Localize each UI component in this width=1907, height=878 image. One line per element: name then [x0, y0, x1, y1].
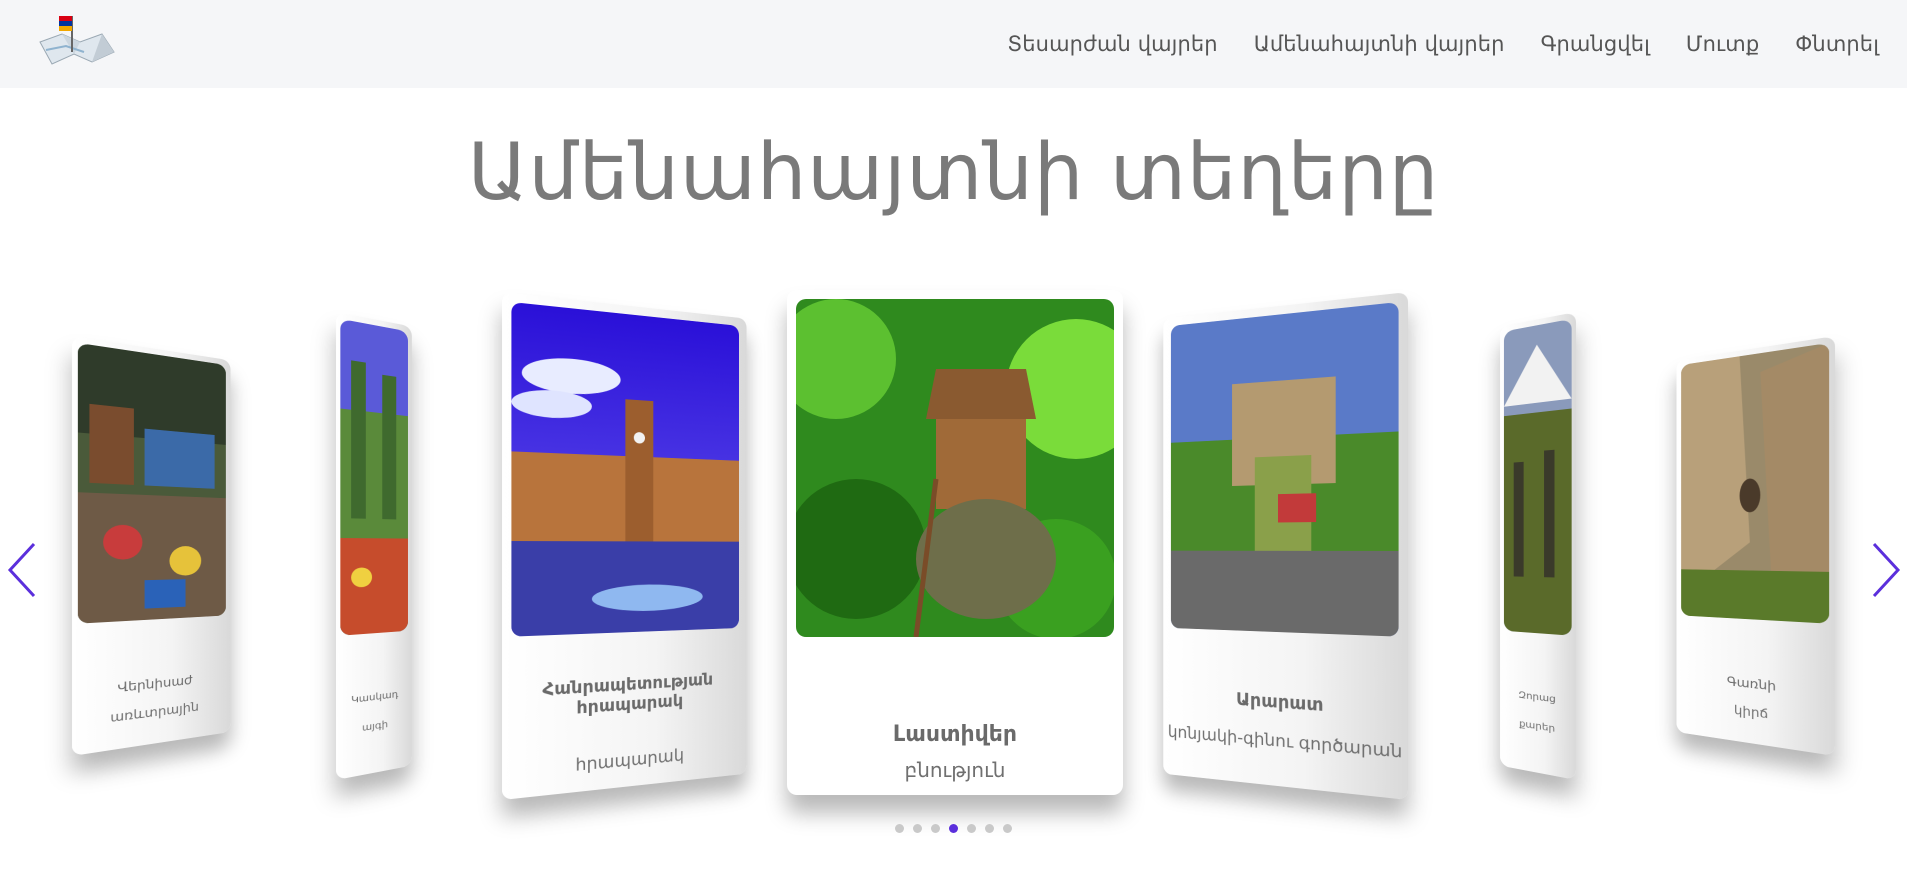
pagination-dot[interactable] [931, 824, 940, 833]
card-photo [796, 299, 1114, 637]
main-nav: Տեսարժան վայրեր Ամենահայտնի վայրեր Գրանց… [971, 0, 1879, 88]
card-photo [1170, 301, 1399, 637]
pagination-dot[interactable] [949, 824, 958, 833]
chevron-left-icon [7, 542, 36, 598]
card-title: Կասկադ [351, 689, 399, 707]
card-title: Զորաց [1518, 689, 1556, 706]
carousel-card-vernissage[interactable]: Վերնիսաժ առևտրային [72, 336, 231, 756]
carousel-card-republic-square[interactable]: Հանրապետության հրապարակ հրապարակ [502, 292, 747, 800]
places-carousel: Վերնիսաժ առևտրային Կասկադ այգի Հանրապետո… [0, 270, 1907, 830]
card-category: այգի [361, 719, 388, 734]
card-category: կոնյակի-գինու գործարան [1167, 722, 1403, 763]
pagination-dot[interactable] [1003, 824, 1012, 833]
nav-login[interactable]: Մուտք [1686, 32, 1759, 56]
card-title: Արարատ [1235, 688, 1324, 716]
chevron-right-icon [1872, 542, 1901, 598]
top-navbar: Տեսարժան վայրեր Ամենահայտնի վայրեր Գրանց… [0, 0, 1907, 88]
card-photo [77, 342, 226, 624]
card-photo [511, 301, 739, 637]
card-title: Հանրապետության հրապարակ [542, 669, 714, 719]
nav-register[interactable]: Գրանցվել [1541, 32, 1650, 56]
armenia-map-flag-icon [39, 16, 115, 65]
carousel-card-ararat[interactable]: Արարատ կոնյակի-գինու գործարան [1163, 292, 1408, 800]
page-title: Ամենահայտնի տեղերը [467, 128, 1440, 218]
card-title: Լաստիվեր [892, 722, 1018, 747]
card-photo [340, 318, 408, 636]
carousel-card-zorats[interactable]: Զորաց քարեր [1500, 312, 1576, 780]
carousel-card-lastiver[interactable]: Լաստիվեր բնություն [787, 290, 1123, 795]
nav-sights[interactable]: Տեսարժան վայրեր [1007, 32, 1217, 56]
carousel-prev-button[interactable] [6, 540, 40, 600]
card-category: առևտրային [110, 700, 199, 726]
carousel-next-button[interactable] [1868, 540, 1902, 600]
card-photo [1503, 318, 1572, 636]
pagination-dot[interactable] [895, 824, 904, 833]
card-title: Գառնի [1726, 675, 1776, 695]
card-title: Վերնիսաժ [117, 673, 193, 696]
card-category: բնություն [904, 758, 1006, 782]
card-category: կիրճ [1734, 703, 1769, 723]
pagination-dot[interactable] [985, 824, 994, 833]
carousel-pagination [895, 824, 1021, 833]
carousel-card-garni[interactable]: Գառնի կիրճ [1676, 336, 1835, 756]
site-logo[interactable] [36, 12, 118, 72]
pagination-dot[interactable] [967, 824, 976, 833]
carousel-card-cascade[interactable]: Կասկադ այգի [336, 312, 412, 780]
nav-popular-places[interactable]: Ամենահայտնի վայրեր [1254, 32, 1505, 56]
card-category: հրապարակ [575, 745, 685, 776]
pagination-dot[interactable] [913, 824, 922, 833]
card-category: քարեր [1519, 718, 1556, 735]
nav-search[interactable]: Փնտրել [1795, 32, 1879, 56]
card-photo [1681, 342, 1830, 624]
